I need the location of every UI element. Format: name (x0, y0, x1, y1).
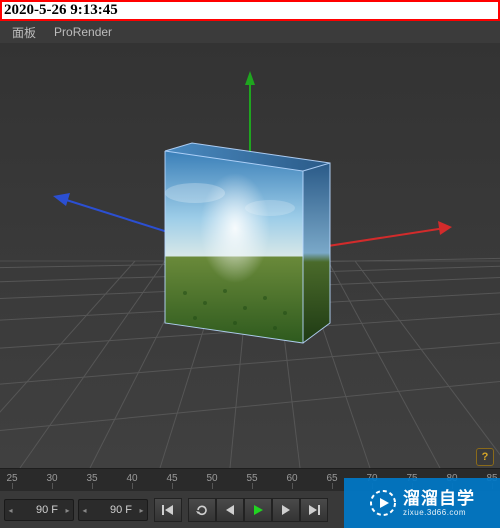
frame-start-field[interactable]: ◂ 90 F ▸ (4, 499, 74, 521)
perspective-viewport[interactable] (0, 43, 500, 468)
app-shell: 面板 ProRender (0, 21, 500, 528)
timestamp-watermark: 2020-5-26 9:13:45 (0, 0, 500, 21)
frame-start-value: 90 F (16, 504, 62, 516)
transport-bar: ◂ 90 F ▸ ◂ 90 F ▸ (0, 491, 500, 528)
loop-button[interactable] (188, 498, 216, 522)
step-forward-button[interactable] (272, 498, 300, 522)
go-end-button[interactable] (300, 498, 328, 522)
step-back-button[interactable] (216, 498, 244, 522)
menu-item-prorender[interactable]: ProRender (46, 22, 120, 42)
play-button[interactable] (244, 498, 272, 522)
chevron-right-icon[interactable]: ▸ (62, 500, 73, 520)
cube-object[interactable] (165, 143, 330, 343)
viewport-canvas (0, 43, 500, 468)
menu-bar: 面板 ProRender (0, 21, 500, 43)
help-button[interactable]: ? (476, 448, 494, 466)
transport-buttons (154, 498, 328, 522)
chevron-right-icon[interactable]: ▸ (136, 500, 147, 520)
go-start-button[interactable] (154, 498, 182, 522)
frame-end-field[interactable]: ◂ 90 F ▸ (78, 499, 148, 521)
timeline-ruler[interactable]: 25 30 35 40 45 50 55 60 65 70 75 80 85 (0, 468, 500, 491)
chevron-left-icon[interactable]: ◂ (79, 500, 90, 520)
chevron-left-icon[interactable]: ◂ (5, 500, 16, 520)
menu-item-panel[interactable]: 面板 (4, 21, 44, 44)
frame-end-value: 90 F (90, 504, 136, 516)
